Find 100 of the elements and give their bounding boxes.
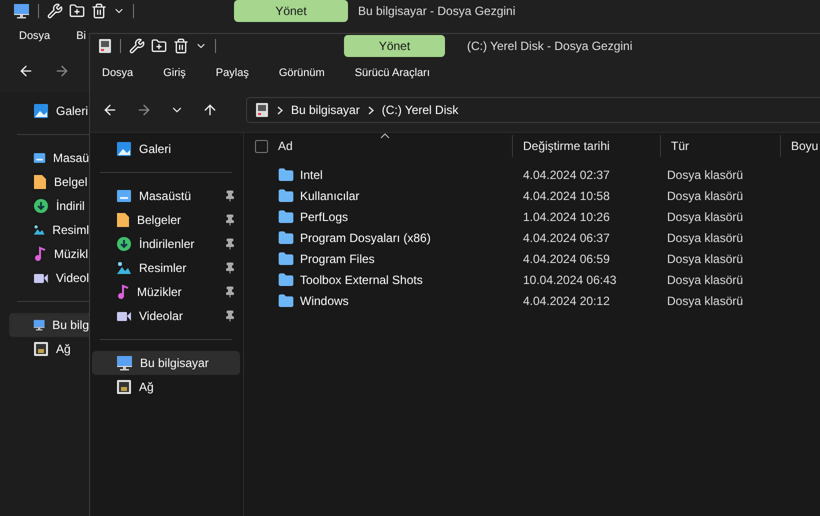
date-cell-text: 1.04.2024 10:26 (522, 210, 611, 224)
sidebar-item[interactable]: Belgeler (92, 208, 240, 232)
sidebar-item[interactable]: Bu bilgisayar (92, 351, 240, 375)
sidebar-item[interactable]: Videolar (92, 304, 240, 328)
date-cell-text: 4.04.2024 02:37 (522, 168, 611, 182)
name-cell: Windows (244, 292, 512, 308)
sidebar-item[interactable]: Müzikl (9, 242, 89, 266)
column-header[interactable]: Değiştirme tarihi (512, 135, 660, 157)
chevron-right-icon[interactable] (368, 106, 374, 114)
sidebar-item[interactable]: Bu bilg (9, 313, 89, 337)
manage-button[interactable]: Yönet (344, 35, 445, 57)
breadcrumb-item[interactable]: Bu bilgisayar (291, 103, 360, 117)
name-cell: Kullanıcılar (244, 188, 512, 204)
type-cell-text: Dosya klasörü (666, 188, 744, 202)
properties-icon[interactable] (47, 3, 63, 19)
file-row[interactable]: Intel 4.04.2024 02:37 Dosya klasörü (244, 164, 820, 185)
back-icon[interactable] (18, 63, 34, 79)
folder-icon (278, 166, 294, 182)
breadcrumb-item[interactable]: (C:) Yerel Disk (382, 103, 458, 117)
sidebar-item[interactable]: Resiml (9, 218, 89, 242)
type-cell-text: Dosya klasörü (666, 252, 744, 266)
sidebar-item[interactable]: İndiril (9, 194, 89, 218)
delete-icon[interactable] (173, 38, 189, 54)
new-folder-icon[interactable] (151, 38, 167, 54)
sidebar-item[interactable]: Videol (9, 266, 89, 290)
sidebar-item[interactable]: Müzikler (92, 280, 240, 304)
name-cell: Toolbox External Shots (244, 272, 512, 288)
sidebar-item[interactable]: Belgel (9, 170, 89, 194)
name-cell: Intel (244, 166, 512, 182)
folder-icon (278, 188, 294, 204)
chevron-right-icon[interactable] (277, 106, 283, 114)
type-cell-text: Dosya klasörü (666, 272, 744, 286)
forward-icon[interactable] (136, 102, 152, 118)
forward-icon[interactable] (54, 63, 70, 79)
pin-icon[interactable] (224, 238, 236, 250)
desktop-icon (33, 151, 46, 165)
date-cell-text: 4.04.2024 10:58 (522, 188, 611, 202)
sidebar-item[interactable]: Galeri (9, 99, 89, 123)
window-title: Bu bilgisayar - Dosya Gezgini (358, 4, 516, 18)
pin-icon[interactable] (224, 190, 236, 202)
folder-icon (278, 230, 294, 246)
date-cell-text: 4.04.2024 06:37 (522, 230, 611, 244)
menu-item[interactable]: Görünüm (278, 67, 325, 79)
type-cell-text: Dosya klasörü (666, 294, 744, 308)
file-row[interactable]: Windows 4.04.2024 20:12 Dosya klasörü (244, 290, 820, 311)
gallery-icon (33, 103, 49, 119)
file-row[interactable]: Program Dosyaları (x86) 4.04.2024 06:37 Dosya klasörü (244, 227, 820, 248)
pin-icon[interactable] (224, 262, 236, 274)
pin-icon[interactable] (224, 286, 236, 298)
type-cell-text: Dosya klasörü (666, 210, 744, 224)
document-icon (33, 174, 47, 190)
address-bar[interactable]: Bu bilgisayar (C:) Yerel Disk (246, 97, 820, 123)
menu-item[interactable]: Dosya (19, 30, 50, 42)
up-icon[interactable] (202, 102, 218, 118)
sidebar-item[interactable]: Masaüstü (92, 184, 240, 208)
type-cell-text: Dosya klasörü (666, 230, 744, 244)
menu-item[interactable]: Dosya (102, 67, 134, 79)
folder-icon (278, 208, 294, 224)
sidebar-item[interactable]: İndirilenler (92, 232, 240, 256)
download-icon (116, 236, 132, 252)
video-icon (116, 310, 132, 322)
pin-icon[interactable] (224, 310, 236, 322)
pin-icon[interactable] (224, 214, 236, 226)
file-row[interactable]: PerfLogs 1.04.2024 10:26 Dosya klasörü (244, 206, 820, 227)
column-header[interactable]: Ad (244, 135, 512, 157)
download-icon (33, 198, 49, 214)
properties-icon[interactable] (129, 38, 145, 54)
computer-icon (116, 355, 133, 371)
type-cell-text: Dosya klasörü (666, 168, 744, 182)
sidebar-item[interactable]: Resimler (92, 256, 240, 280)
manage-button[interactable]: Yönet (234, 0, 348, 22)
pictures-icon (33, 223, 46, 237)
sidebar-item[interactable]: Galeri (92, 137, 240, 161)
computer-icon (33, 317, 46, 333)
back-icon[interactable] (102, 102, 118, 118)
menu-item[interactable]: Giriş (163, 67, 186, 79)
file-row[interactable]: Kullanıcılar 4.04.2024 10:58 Dosya klasörü (244, 185, 820, 206)
folder-icon (278, 272, 294, 288)
column-header[interactable]: Boyu (780, 135, 820, 157)
file-row[interactable]: Toolbox External Shots 10.04.2024 06:43 Dosya klasörü (244, 269, 820, 290)
sidebar-item[interactable]: Masaü (9, 146, 89, 170)
column-header[interactable]: Tür (660, 135, 780, 157)
file-row[interactable]: Program Files 4.04.2024 06:59 Dosya klasörü (244, 248, 820, 269)
sidebar-item[interactable]: Ağ (9, 337, 89, 361)
name-cell: Program Dosyaları (x86) (244, 230, 512, 246)
menu-item[interactable]: Sürücü Araçları (354, 67, 430, 79)
new-folder-icon[interactable] (69, 3, 85, 19)
folder-icon (278, 292, 294, 308)
drive-icon (255, 102, 269, 118)
menu-item[interactable]: Bi (76, 30, 86, 42)
menu-item[interactable]: Paylaş (216, 67, 249, 79)
document-icon (116, 212, 130, 228)
video-icon (33, 272, 49, 284)
sidebar-item[interactable]: Ağ (92, 375, 240, 399)
network-icon (33, 341, 49, 357)
select-all-checkbox[interactable] (255, 140, 268, 152)
computer-icon (13, 3, 30, 19)
name-cell: Program Files (244, 250, 512, 266)
delete-icon[interactable] (91, 3, 107, 19)
date-cell-text: 4.04.2024 20:12 (522, 294, 611, 308)
